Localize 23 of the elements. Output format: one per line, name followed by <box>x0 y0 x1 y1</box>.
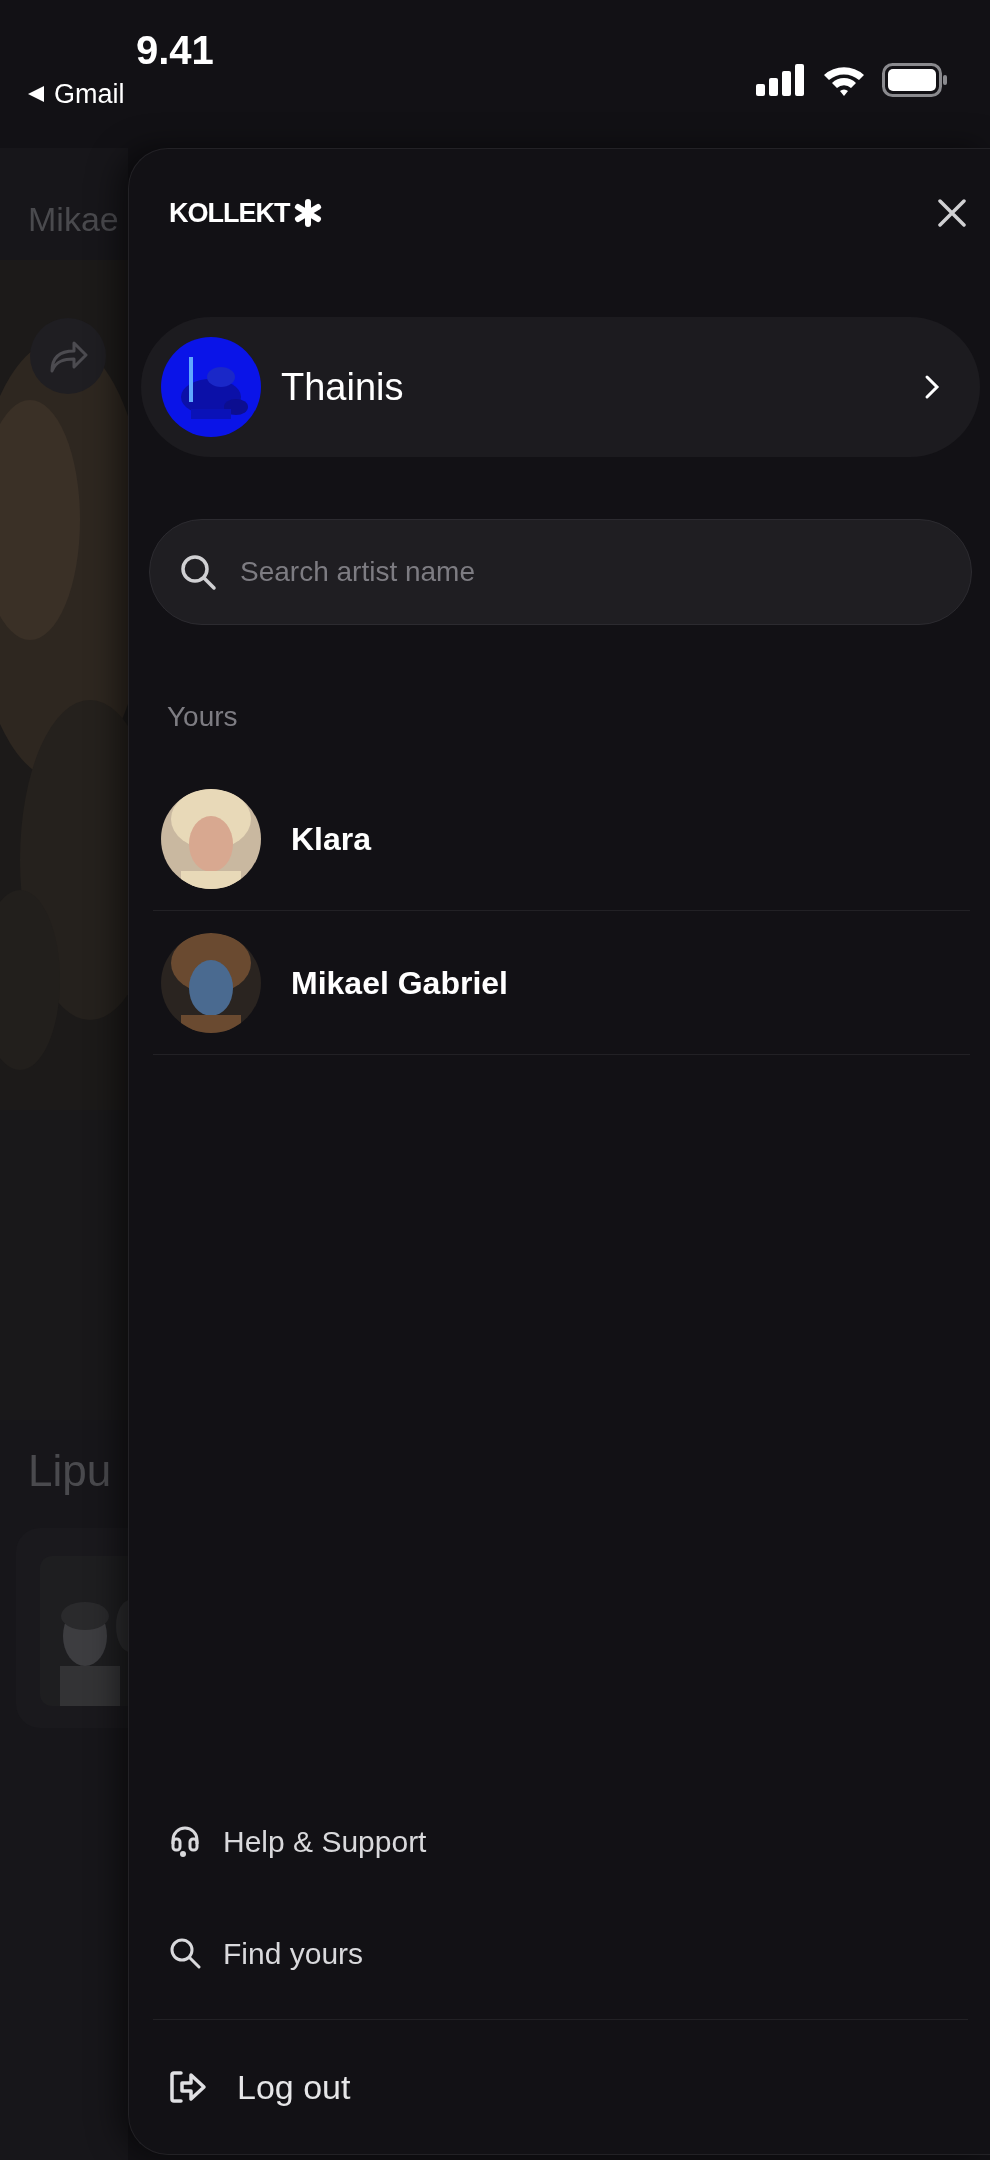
search-icon <box>179 553 217 591</box>
back-icon <box>26 84 46 105</box>
search-icon <box>169 1937 201 1969</box>
section-label: Yours <box>167 701 239 733</box>
asterisk-icon <box>293 199 322 227</box>
clock-time: 9.41 <box>136 30 214 70</box>
logout-icon <box>169 2070 207 2104</box>
share-icon <box>48 339 88 373</box>
artist-item[interactable]: Klara <box>153 767 970 911</box>
close-icon <box>938 199 966 227</box>
back-link[interactable]: Gmail <box>26 74 125 115</box>
menu-item[interactable]: Find yours <box>141 1897 980 2009</box>
signal-icon <box>756 64 806 96</box>
search-field[interactable]: Search artist name <box>149 519 972 625</box>
menu-item[interactable]: Help & Support <box>141 1785 980 1897</box>
chevron-right-icon <box>924 374 940 400</box>
logout-button[interactable]: Log out <box>141 2020 980 2154</box>
artist-item[interactable]: Mikael Gabriel <box>153 911 970 1055</box>
headset-icon <box>169 1824 201 1858</box>
battery-icon <box>882 63 948 97</box>
wifi-icon <box>822 64 866 96</box>
profile-button[interactable]: Thainis <box>141 317 980 457</box>
logo: KOLLEKT <box>169 196 290 230</box>
